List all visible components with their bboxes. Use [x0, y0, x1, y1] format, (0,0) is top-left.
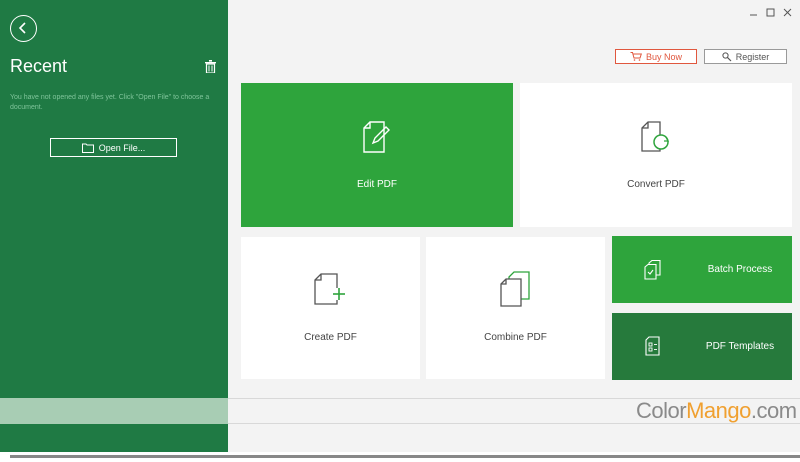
- pdf-templates-label: PDF Templates: [705, 341, 775, 352]
- open-file-label: Open File...: [98, 142, 146, 153]
- sidebar-selection-band: [0, 398, 228, 424]
- key-icon: [722, 51, 732, 61]
- close-icon[interactable]: [783, 4, 792, 17]
- recent-sidebar: Recent You have not opened any files yet…: [0, 0, 228, 452]
- watermark-text-2: Mango: [686, 398, 751, 423]
- edit-document-icon: [363, 121, 390, 153]
- edit-pdf-label: Edit PDF: [356, 179, 397, 190]
- folder-icon: [81, 143, 94, 153]
- window-bottom-edge: [10, 455, 800, 458]
- combine-pdf-tile[interactable]: Combine PDF: [426, 237, 605, 379]
- register-button[interactable]: Register: [704, 49, 787, 64]
- watermark-text-1: Color: [636, 398, 687, 423]
- create-pdf-tile[interactable]: Create PDF: [241, 237, 420, 379]
- watermark-text-3: .com: [750, 398, 797, 423]
- convert-pdf-tile[interactable]: Convert PDF: [520, 83, 792, 227]
- colormango-watermark: ColorMango.com: [636, 398, 797, 424]
- maximize-icon[interactable]: [766, 4, 775, 17]
- back-button[interactable]: [10, 15, 37, 42]
- edit-pdf-tile[interactable]: Edit PDF: [241, 83, 513, 227]
- minimize-icon[interactable]: [749, 4, 758, 16]
- buy-now-label: Buy Now: [645, 51, 682, 62]
- combine-pdf-label: Combine PDF: [484, 332, 547, 343]
- convert-document-icon: [641, 121, 670, 152]
- register-label: Register: [735, 51, 770, 62]
- chevron-left-icon: [18, 22, 26, 34]
- empty-recent-message: You have not opened any files yet. Click…: [10, 94, 210, 111]
- recent-title: Recent: [10, 56, 68, 76]
- main-area: Buy Now Register Edit PDF Convert PDF Cr…: [228, 0, 800, 452]
- combine-documents-icon: [500, 271, 530, 307]
- trash-icon[interactable]: [205, 60, 216, 78]
- cart-icon: [630, 52, 642, 61]
- window-controls: [749, 4, 792, 17]
- create-document-icon: [314, 273, 345, 305]
- create-pdf-label: Create PDF: [304, 332, 357, 343]
- buy-now-button[interactable]: Buy Now: [615, 49, 697, 64]
- pdf-templates-tile[interactable]: PDF Templates: [612, 313, 792, 380]
- batch-process-label: Batch Process: [707, 264, 773, 275]
- open-file-button[interactable]: Open File...: [50, 138, 177, 157]
- convert-pdf-label: Convert PDF: [627, 179, 685, 190]
- batch-process-tile[interactable]: Batch Process: [612, 236, 792, 303]
